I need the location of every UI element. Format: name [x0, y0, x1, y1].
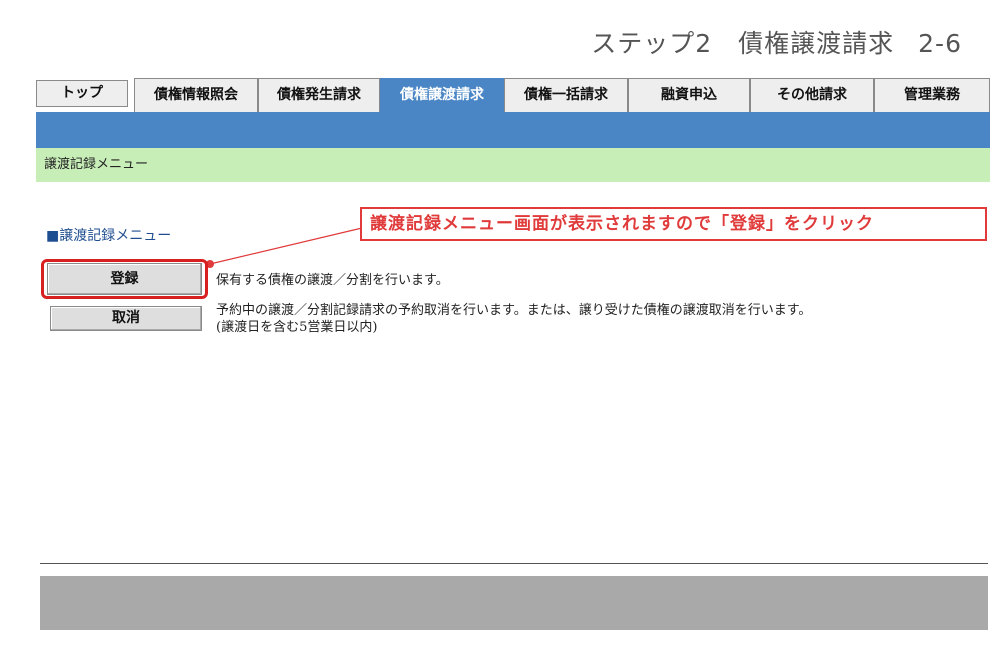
cancel-button-label: 取消 [112, 310, 140, 326]
tab-financing[interactable]: 融資申込 [628, 78, 750, 112]
instruction-callout: 譲渡記録メニュー画面が表示されますので「登録」をクリック [360, 207, 987, 241]
step-number: 2-6 [918, 29, 962, 58]
breadcrumb: 譲渡記録メニュー [36, 148, 990, 182]
register-button-label: 登録 [110, 271, 139, 287]
main-nav-tabs: トップ 債権情報照会 債権発生請求 債権譲渡請求 債権一括請求 融資申込 その他… [36, 78, 990, 112]
tab-label: 債権発生請求 [277, 87, 361, 103]
tab-label: 融資申込 [661, 87, 717, 103]
cancel-description: 予約中の譲渡／分割記録請求の予約取消を行います。または、譲り受けた債権の譲渡取消… [216, 303, 812, 318]
register-button[interactable]: 登録 [47, 263, 202, 295]
tab-top[interactable]: トップ [36, 80, 128, 107]
tab-claim-inquiry[interactable]: 債権情報照会 [134, 78, 258, 112]
divider [40, 563, 988, 564]
register-description: 保有する債権の譲渡／分割を行います。 [216, 273, 449, 288]
step-label: ステップ2 債権譲渡請求 [591, 29, 895, 58]
tab-bulk-request[interactable]: 債権一括請求 [504, 78, 628, 112]
tab-label: 管理業務 [904, 87, 960, 103]
tab-label: 債権一括請求 [524, 87, 608, 103]
tab-other-requests[interactable]: その他請求 [750, 78, 874, 112]
step-title: ステップ2 債権譲渡請求 2-6 [591, 24, 962, 60]
tab-management[interactable]: 管理業務 [874, 78, 990, 112]
header-bar [36, 112, 990, 148]
cancel-button[interactable]: 取消 [50, 306, 202, 331]
tab-label: 債権情報照会 [154, 87, 238, 103]
tab-claim-transfer[interactable]: 債権譲渡請求 [380, 78, 504, 112]
tab-claim-issuance[interactable]: 債権発生請求 [258, 78, 380, 112]
footer-bar [40, 576, 988, 630]
tab-label: トップ [61, 85, 103, 101]
tab-label: 債権譲渡請求 [400, 87, 484, 103]
section-title: ■譲渡記録メニュー [46, 228, 172, 244]
cancel-description-note: (譲渡日を含む5営業日以内) [216, 320, 378, 335]
tab-label: その他請求 [777, 87, 847, 103]
